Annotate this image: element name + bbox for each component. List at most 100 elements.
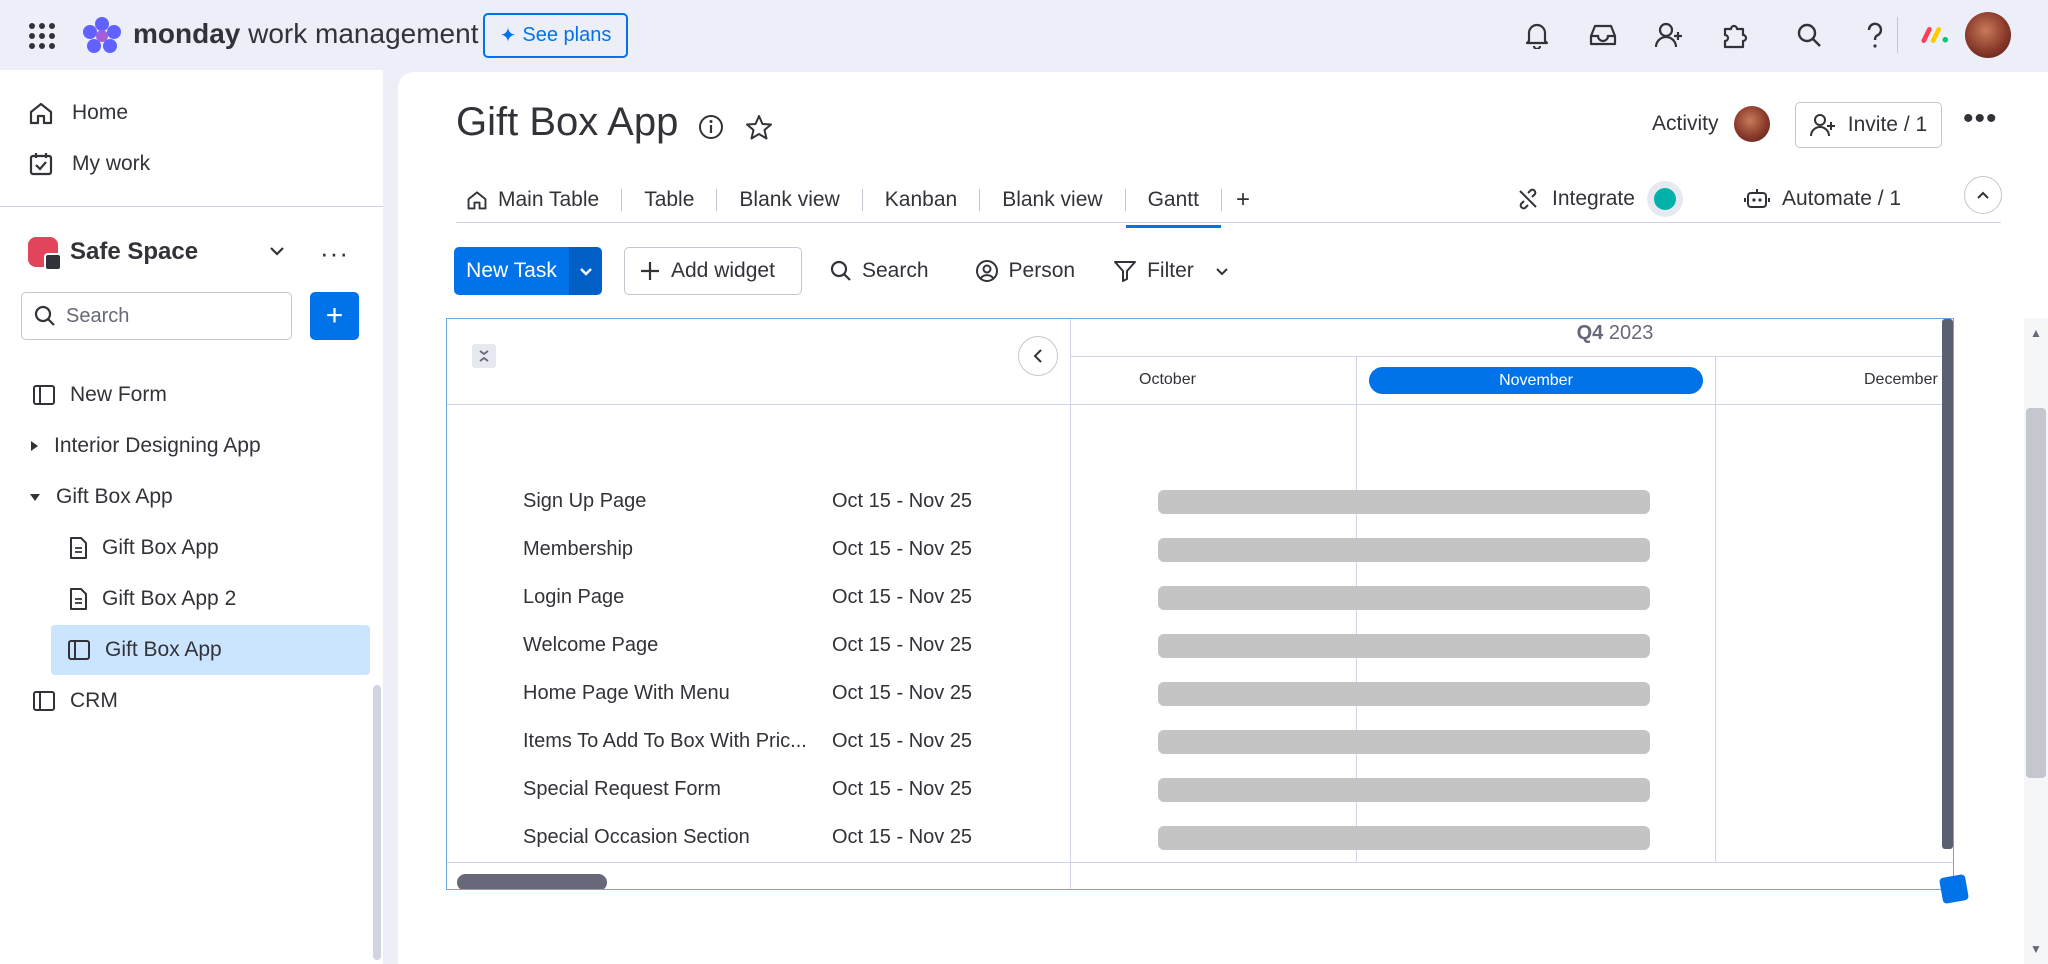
task-dates: Oct 15 - Nov 25 bbox=[832, 826, 973, 848]
sidebar-item-label: Gift Box App bbox=[102, 536, 219, 559]
task-bar[interactable] bbox=[1158, 826, 1650, 850]
sidebar-item-label: CRM bbox=[70, 689, 118, 712]
integrate-button[interactable]: Integrate bbox=[1516, 176, 1683, 222]
task-name[interactable]: Membership bbox=[523, 538, 823, 561]
task-name[interactable]: Items To Add To Box With Pric... bbox=[523, 730, 823, 753]
sidebar-item-my-work[interactable]: My work bbox=[28, 144, 150, 184]
gantt-horizontal-scrollbar[interactable] bbox=[457, 874, 607, 889]
board-more-icon[interactable]: ••• bbox=[1963, 102, 1998, 136]
sidebar-divider bbox=[0, 206, 383, 207]
workspace-badge-icon bbox=[28, 237, 62, 271]
collapse-header-button[interactable] bbox=[1964, 176, 2002, 214]
top-divider bbox=[1897, 17, 1898, 53]
filter-icon bbox=[1114, 261, 1137, 282]
monday-apps-icon[interactable] bbox=[1920, 20, 1950, 50]
view-tabs: Main Table Table Blank view Kanban Blank… bbox=[456, 176, 1264, 228]
inbox-icon[interactable] bbox=[1588, 20, 1618, 50]
tab-blank-view-2[interactable]: Blank view bbox=[980, 176, 1124, 224]
brand-bold: monday bbox=[133, 18, 241, 49]
see-plans-button[interactable]: ✦ See plans bbox=[483, 13, 628, 58]
sidebar-item-gift-box-app-board[interactable]: Gift Box App bbox=[51, 625, 370, 675]
invite-button[interactable]: Invite / 1 bbox=[1795, 102, 1942, 148]
task-name[interactable]: Special Occasion Section bbox=[523, 826, 823, 849]
tab-table[interactable]: Table bbox=[622, 176, 716, 224]
tab-blank-view[interactable]: Blank view bbox=[717, 176, 861, 224]
workspace-name: Safe Space bbox=[70, 238, 199, 265]
task-name[interactable]: Special Request Form bbox=[523, 778, 823, 801]
sidebar-item-new-form[interactable]: New Form bbox=[32, 372, 167, 418]
task-bar[interactable] bbox=[1158, 490, 1650, 514]
sidebar-scrollbar[interactable] bbox=[373, 685, 381, 960]
apps-grid-icon[interactable] bbox=[28, 22, 56, 50]
chevron-down-icon bbox=[580, 268, 592, 276]
tab-main-table[interactable]: Main Table bbox=[456, 176, 621, 224]
task-name[interactable]: Login Page bbox=[523, 586, 823, 609]
scroll-down-icon[interactable]: ▼ bbox=[2030, 942, 2042, 956]
board-icon bbox=[68, 640, 90, 660]
search-button[interactable]: Search bbox=[830, 247, 929, 295]
automate-button[interactable]: Automate / 1 bbox=[1744, 176, 1901, 222]
integrate-icon bbox=[1519, 188, 1537, 210]
task-name[interactable]: Home Page With Menu bbox=[523, 682, 823, 705]
sidebar-search-input[interactable] bbox=[66, 304, 266, 328]
see-plans-label: See plans bbox=[522, 24, 612, 46]
activity-label[interactable]: Activity bbox=[1652, 112, 1719, 136]
resize-handle-icon[interactable] bbox=[1938, 873, 1970, 905]
gantt-vertical-scrollbar[interactable] bbox=[1942, 319, 1953, 849]
brand-name[interactable]: monday work management bbox=[133, 18, 478, 50]
new-task-button[interactable]: New Task bbox=[454, 247, 569, 295]
chevron-down-icon[interactable] bbox=[1214, 263, 1230, 279]
task-bar[interactable] bbox=[1158, 778, 1650, 802]
person-icon bbox=[975, 260, 998, 282]
sidebar-item-label: Home bbox=[72, 101, 129, 124]
month-november[interactable]: November bbox=[1369, 367, 1703, 394]
sidebar-item-gift-box-app-doc[interactable]: Gift Box App bbox=[68, 525, 219, 571]
task-bar[interactable] bbox=[1158, 682, 1650, 706]
task-dates: Oct 15 - Nov 25 bbox=[832, 682, 973, 704]
workspace-more-icon[interactable]: ··· bbox=[320, 238, 349, 269]
task-bar[interactable] bbox=[1158, 730, 1650, 754]
scroll-up-icon[interactable]: ▲ bbox=[2030, 326, 2042, 340]
sidebar-item-interior-designing-app[interactable]: Interior Designing App bbox=[28, 423, 261, 469]
sidebar-item-gift-box-app-2[interactable]: Gift Box App 2 bbox=[68, 576, 236, 622]
filter-button[interactable]: Filter bbox=[1113, 247, 1230, 295]
sidebar-item-label: My work bbox=[72, 152, 151, 175]
workspace-selector[interactable]: Safe Space ··· bbox=[28, 232, 358, 272]
task-bar[interactable] bbox=[1158, 538, 1650, 562]
add-widget-button[interactable]: Add widget bbox=[624, 247, 802, 295]
doc-icon bbox=[70, 537, 87, 559]
tab-label: Blank view bbox=[1002, 188, 1103, 211]
sidebar-folder-gift-box-app[interactable]: Gift Box App bbox=[28, 474, 173, 520]
search-icon[interactable] bbox=[1794, 20, 1824, 50]
page-scrollbar-thumb[interactable] bbox=[2026, 408, 2046, 778]
tab-gantt[interactable]: Gantt bbox=[1125, 176, 1222, 228]
new-task-dropdown[interactable] bbox=[569, 247, 602, 295]
invite-user-icon[interactable] bbox=[1654, 20, 1684, 50]
star-icon[interactable] bbox=[745, 114, 773, 140]
tab-kanban[interactable]: Kanban bbox=[863, 176, 979, 224]
bell-icon[interactable] bbox=[1522, 20, 1552, 50]
tabs-divider bbox=[456, 222, 2001, 223]
user-avatar[interactable] bbox=[1965, 12, 2011, 58]
add-view-button[interactable]: + bbox=[1222, 186, 1264, 214]
month-october: October bbox=[1139, 371, 1196, 388]
sidebar-item-label: Gift Box App bbox=[105, 638, 222, 661]
invite-user-icon bbox=[1809, 114, 1835, 137]
add-item-button[interactable]: + bbox=[310, 292, 359, 340]
help-icon[interactable] bbox=[1860, 20, 1890, 50]
info-icon[interactable] bbox=[698, 114, 724, 140]
chevron-down-icon[interactable] bbox=[268, 242, 286, 260]
task-bar[interactable] bbox=[1158, 634, 1650, 658]
task-name[interactable]: Welcome Page bbox=[523, 634, 823, 657]
person-filter-button[interactable]: Person bbox=[975, 247, 1075, 295]
puzzle-icon[interactable] bbox=[1720, 20, 1750, 50]
board-title[interactable]: Gift Box App bbox=[456, 100, 678, 145]
sidebar-search[interactable] bbox=[21, 292, 292, 340]
sidebar-item-home[interactable]: Home bbox=[28, 93, 128, 133]
collapse-all-icon[interactable] bbox=[472, 344, 496, 368]
sidebar-item-crm[interactable]: CRM bbox=[32, 678, 118, 724]
task-bar[interactable] bbox=[1158, 586, 1650, 610]
activity-avatar[interactable] bbox=[1734, 106, 1770, 142]
scroll-left-button[interactable] bbox=[1018, 336, 1058, 376]
task-name[interactable]: Sign Up Page bbox=[523, 490, 823, 513]
